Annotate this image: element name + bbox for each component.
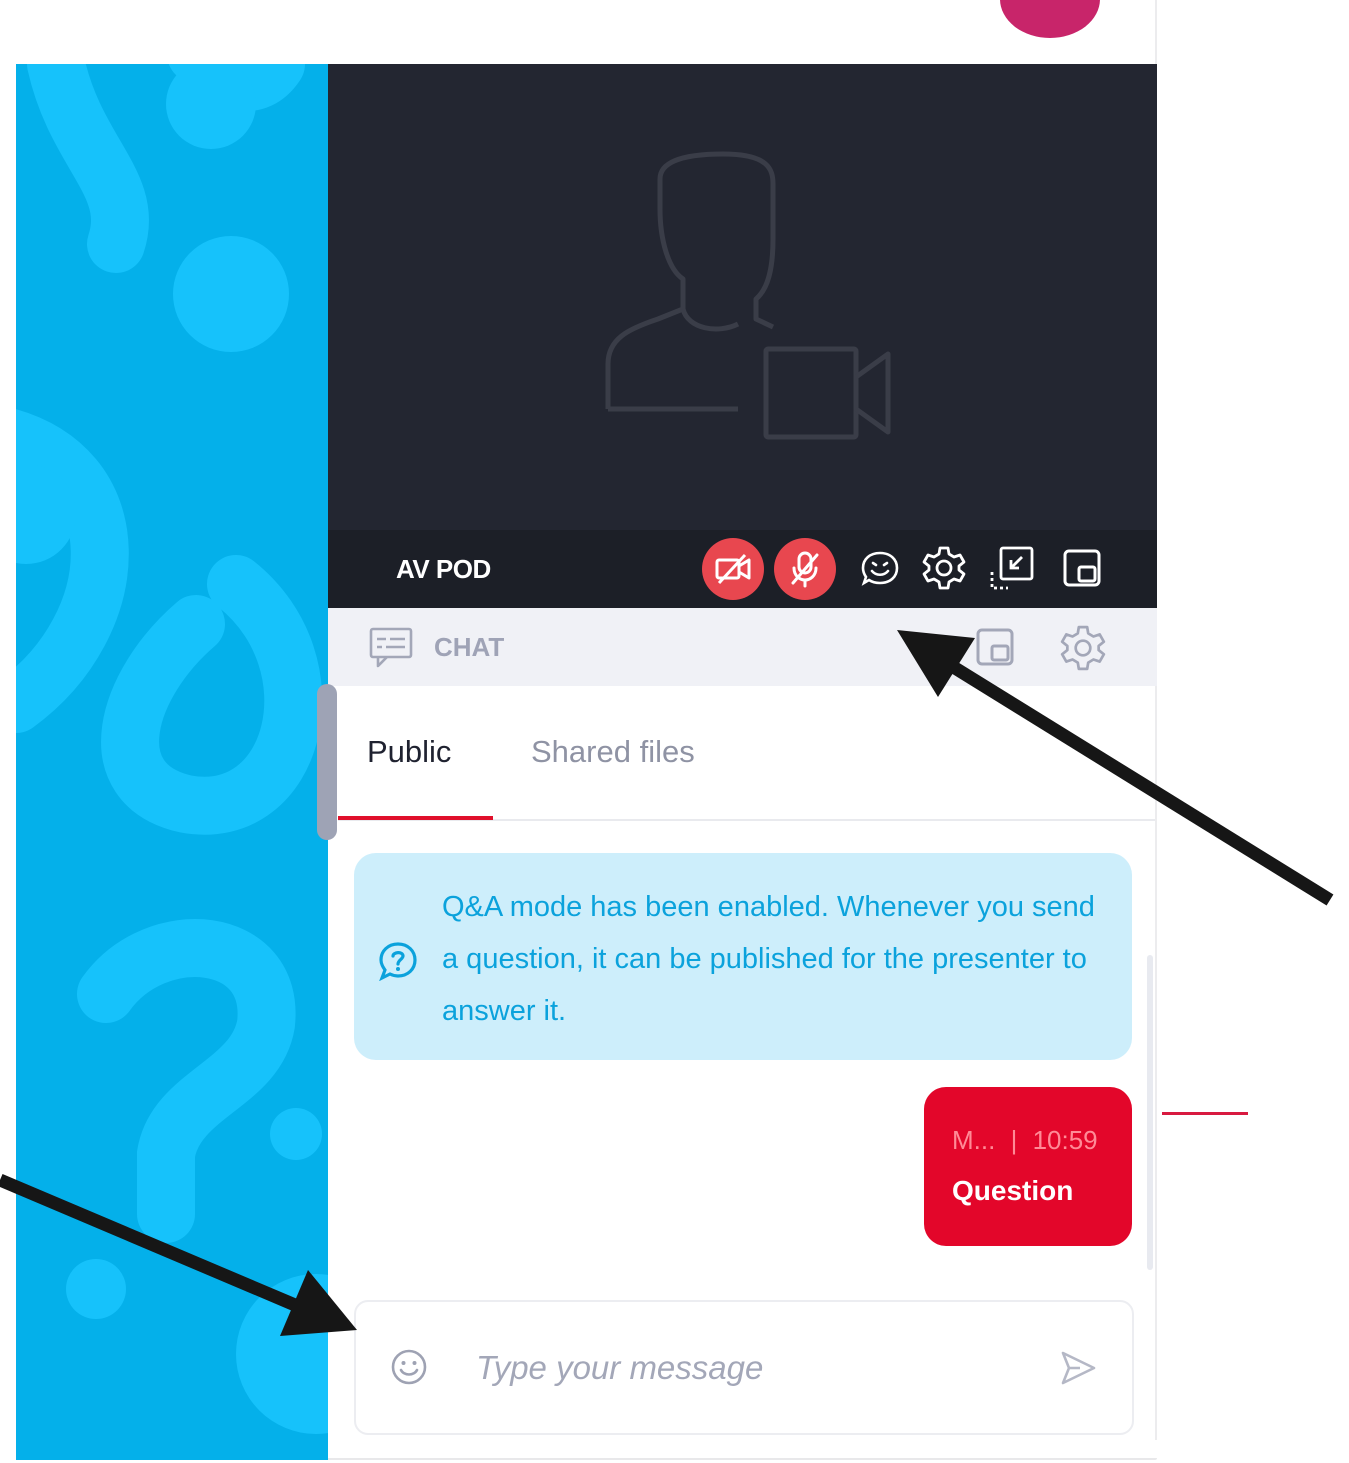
av-pod-title: AV POD — [396, 554, 491, 584]
reactions-icon — [861, 551, 899, 586]
active-tab-indicator — [338, 816, 493, 820]
panel-border-bottom — [328, 1458, 1157, 1460]
send-icon[interactable] — [1058, 1348, 1098, 1388]
chat-title: CHAT — [434, 632, 505, 662]
qa-notice-text: Q&A mode has been enabled. Whenever you … — [442, 891, 1095, 1027]
user-avatar[interactable] — [1000, 0, 1100, 38]
minimize-icon — [990, 546, 1034, 590]
message-input[interactable] — [474, 1342, 1038, 1394]
popout-icon — [1063, 549, 1101, 587]
popout-pod-button[interactable] — [1058, 544, 1106, 592]
message-separator: | — [1010, 1125, 1018, 1155]
messages-scrollbar[interactable] — [1147, 955, 1153, 1270]
chat-header: CHAT — [328, 608, 1157, 686]
message-sender: M... — [952, 1125, 996, 1155]
tab-shared-files[interactable]: Shared files — [531, 734, 695, 770]
pod-resize-handle[interactable] — [317, 684, 337, 840]
minimize-pod-button[interactable] — [988, 544, 1036, 592]
message-meta: M... | 10:59 — [952, 1125, 1098, 1156]
chat-message[interactable]: M... | 10:59 Question — [924, 1087, 1132, 1246]
settings-icon — [922, 546, 966, 590]
emoji-icon[interactable] — [390, 1348, 428, 1386]
message-text: Question — [952, 1175, 1074, 1206]
chat-icon — [369, 627, 413, 668]
user-camera-placeholder-icon — [605, 151, 891, 440]
mic-off-icon — [791, 551, 819, 588]
settings-icon[interactable] — [1059, 624, 1107, 672]
popout-icon[interactable] — [974, 626, 1016, 668]
qa-mode-notice: Q&A mode has been enabled. Whenever you … — [354, 853, 1132, 1060]
tab-public[interactable]: Public — [367, 734, 451, 770]
decorative-background — [16, 64, 328, 1460]
av-settings-button[interactable] — [920, 544, 968, 592]
reactions-button[interactable] — [856, 544, 904, 592]
question-mark-pattern — [16, 64, 328, 1434]
annotation-line — [1162, 1112, 1248, 1115]
message-time: 10:59 — [1032, 1125, 1098, 1155]
av-toolbar: AV POD — [328, 530, 1157, 608]
message-composer — [354, 1300, 1134, 1435]
av-video-area — [328, 64, 1157, 530]
camera-off-icon — [715, 553, 751, 585]
camera-toggle-button[interactable] — [702, 538, 764, 600]
microphone-toggle-button[interactable] — [774, 538, 836, 600]
question-icon — [379, 942, 417, 981]
